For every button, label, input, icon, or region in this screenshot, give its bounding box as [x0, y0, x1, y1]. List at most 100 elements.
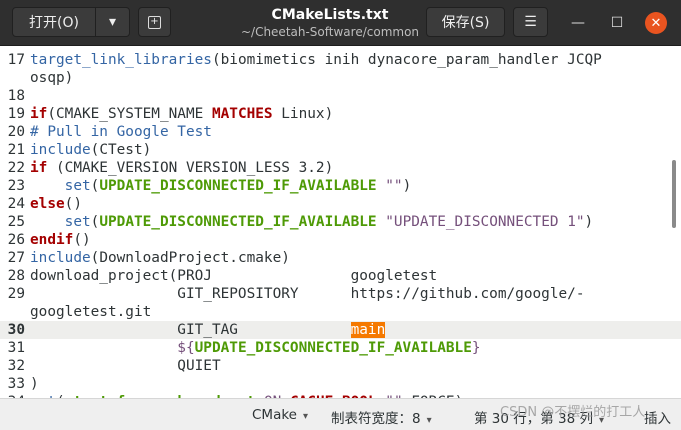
line-number: 27 [7, 250, 25, 266]
line-number: 26 [7, 232, 25, 248]
code-token: else [30, 196, 65, 212]
code-text: osqp) [30, 69, 73, 87]
line-number: 21 [7, 142, 25, 158]
code-token: osqp) [30, 70, 74, 86]
language-label: CMake [252, 407, 297, 423]
new-tab-button[interactable]: + [138, 7, 171, 37]
code-token: "" [385, 178, 403, 194]
code-text: QUIET [30, 357, 221, 375]
code-token: UPDATE_DISCONNECTED_IF_AVAILABLE [99, 178, 377, 194]
open-recent-menu-button[interactable]: ▾ [95, 7, 130, 37]
code-token: set [64, 178, 91, 194]
code-text: ${UPDATE_DISCONNECTED_IF_AVAILABLE} [30, 339, 480, 357]
line-number: 23 [7, 178, 25, 194]
code-line[interactable]: 23 set(UPDATE_DISCONNECTED_IF_AVAILABLE … [0, 177, 681, 195]
code-line[interactable]: 19 if(CMAKE_SYSTEM_NAME MATCHES Linux) [0, 105, 681, 123]
code-text: include(CTest) [30, 141, 151, 159]
line-number: 30 [7, 322, 25, 338]
text-editor[interactable]: 17 target_link_libraries(biomimetics inih… [0, 46, 681, 398]
code-token: ${ [177, 340, 195, 356]
tab-width-selector[interactable]: 制表符宽度：8 ▾ [331, 407, 432, 427]
code-text: endif() [30, 231, 91, 249]
maximize-button[interactable]: ☐ [606, 12, 628, 34]
code-line[interactable]: 21 include(CTest) [0, 141, 681, 159]
code-text: else() [30, 195, 82, 213]
code-line[interactable]: 30 GIT_TAG main [0, 321, 681, 339]
code-line[interactable]: 28 download_project(PROJ googletest [0, 267, 681, 285]
code-text: if(CMAKE_SYSTEM_NAME MATCHES Linux) [30, 105, 333, 123]
code-line[interactable]: 27 include(DownloadProject.cmake) [0, 249, 681, 267]
line-number: 19 [7, 106, 25, 122]
code-line[interactable]: 29 GIT_REPOSITORY https://github.com/goo… [0, 285, 681, 303]
hamburger-icon: ☰ [524, 14, 537, 30]
code-text: ) [30, 375, 39, 393]
save-button[interactable]: 保存(S) [426, 7, 505, 37]
close-button[interactable]: ✕ [645, 12, 667, 34]
line-number: 18 [7, 88, 25, 104]
code-token: (CMAKE_VERSION VERSION_LESS 3.2) [47, 160, 334, 176]
open-button[interactable]: 打开(O) [12, 7, 96, 37]
code-token: if [30, 106, 48, 122]
line-number: 31 [7, 340, 25, 356]
line-number: 29 [7, 286, 25, 302]
code-token: googletest.git [30, 304, 152, 320]
code-line[interactable]: 17 target_link_libraries(biomimetics inih… [0, 51, 681, 69]
code-line[interactable]: googletest.git [0, 303, 681, 321]
code-line[interactable]: 22 if (CMAKE_VERSION VERSION_LESS 3.2) [0, 159, 681, 177]
chevron-down-icon: ▾ [108, 14, 117, 30]
line-number: 17 [7, 52, 25, 68]
code-line[interactable]: 18 [0, 87, 681, 105]
code-line[interactable]: osqp) [0, 69, 681, 87]
code-text: GIT_REPOSITORY https://github.com/google… [30, 285, 584, 303]
code-line[interactable]: 20 # Pull in Google Test [0, 123, 681, 141]
code-token: set [64, 214, 91, 230]
code-token: target_link_libraries [30, 52, 212, 68]
line-number: 28 [7, 268, 25, 284]
code-token: ) [30, 376, 39, 392]
code-token: UPDATE_DISCONNECTED_IF_AVAILABLE [194, 340, 472, 356]
file-path: ~/Cheetah-Software/common [240, 25, 420, 39]
hamburger-menu-button[interactable]: ☰ [513, 7, 548, 37]
code-token: include [30, 250, 91, 266]
code-token: endif [30, 232, 74, 248]
insert-mode-indicator: 插入 [644, 411, 671, 427]
code-token: GIT_TAG [30, 322, 351, 338]
code-line[interactable]: 32 QUIET [0, 357, 681, 375]
watermark: CSDN @不摆烂的打工人 [500, 405, 646, 420]
code-token: ) [584, 214, 594, 230]
code-token: "UPDATE_DISCONNECTED 1" [385, 214, 585, 230]
editor-window: 打开(O) ▾ + CMakeLists.txt ~/Cheetah-Softw… [0, 0, 681, 430]
code-token: QUIET [30, 358, 221, 374]
code-token: (DownloadProject.cmake) [90, 250, 290, 266]
code-token: () [64, 196, 82, 212]
minimize-icon: — [571, 15, 585, 31]
code-line[interactable]: 33) [0, 375, 681, 393]
language-selector[interactable]: CMake ▾ [252, 407, 308, 423]
code-text: if (CMAKE_VERSION VERSION_LESS 3.2) [30, 159, 333, 177]
code-text: target_link_libraries(biomimetics inih d… [30, 51, 602, 69]
code-line[interactable]: 31 ${UPDATE_DISCONNECTED_IF_AVAILABLE} [0, 339, 681, 357]
code-token: # Pull in Google Test [30, 124, 212, 140]
header-bar: 打开(O) ▾ + CMakeLists.txt ~/Cheetah-Softw… [0, 0, 681, 46]
new-document-icon: + [148, 15, 161, 29]
code-token: UPDATE_DISCONNECTED_IF_AVAILABLE [99, 214, 377, 230]
code-token: if [30, 160, 48, 176]
line-number: 20 [7, 124, 25, 140]
code-line[interactable]: 24 else() [0, 195, 681, 213]
chevron-down-icon: ▾ [303, 411, 309, 422]
title-block: CMakeLists.txt ~/Cheetah-Software/common [220, 7, 440, 40]
code-token: (CMAKE_SYSTEM_NAME [47, 106, 212, 122]
minimize-button[interactable]: — [567, 12, 589, 34]
line-number: 32 [7, 358, 25, 374]
code-line[interactable]: 26 endif() [0, 231, 681, 249]
window-title: CMakeLists.txt [271, 7, 389, 23]
code-line[interactable]: 25 set(UPDATE_DISCONNECTED_IF_AVAILABLE … [0, 213, 681, 231]
code-text: # Pull in Google Test [30, 123, 212, 141]
code-text: download_project(PROJ googletest [30, 267, 437, 285]
tab-width-label: 制表符宽度：8 [331, 411, 421, 427]
line-number: 25 [7, 214, 25, 230]
chevron-down-icon: ▾ [426, 415, 432, 426]
code-text: include(DownloadProject.cmake) [30, 249, 290, 267]
vertical-scrollbar[interactable] [672, 160, 676, 228]
